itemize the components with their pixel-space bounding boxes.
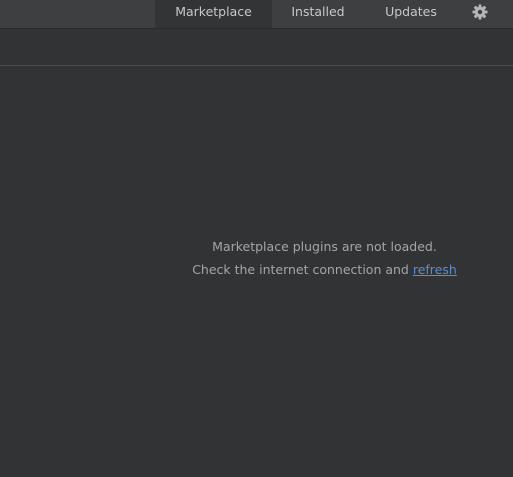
search-input[interactable]: [0, 29, 513, 65]
tab-bar: Marketplace Installed Updates: [0, 0, 513, 29]
empty-state-message: Marketplace plugins are not loaded.: [212, 239, 437, 254]
gear-icon[interactable]: [471, 3, 489, 21]
plugins-panel: Marketplace Installed Updates Marketplac…: [0, 0, 513, 477]
tab-updates[interactable]: Updates: [364, 0, 458, 28]
plugin-list-area: Marketplace plugins are not loaded. Chec…: [0, 66, 513, 477]
tab-updates-label: Updates: [385, 4, 437, 19]
refresh-link[interactable]: refresh: [413, 262, 457, 277]
empty-state-hint-text: Check the internet connection and: [192, 262, 413, 277]
search-bar: [0, 29, 513, 66]
tab-installed-label: Installed: [291, 4, 345, 19]
tab-marketplace[interactable]: Marketplace: [155, 0, 272, 28]
tab-installed[interactable]: Installed: [272, 0, 364, 28]
empty-state-hint: Check the internet connection and refres…: [136, 262, 513, 277]
tab-marketplace-label: Marketplace: [175, 4, 252, 19]
